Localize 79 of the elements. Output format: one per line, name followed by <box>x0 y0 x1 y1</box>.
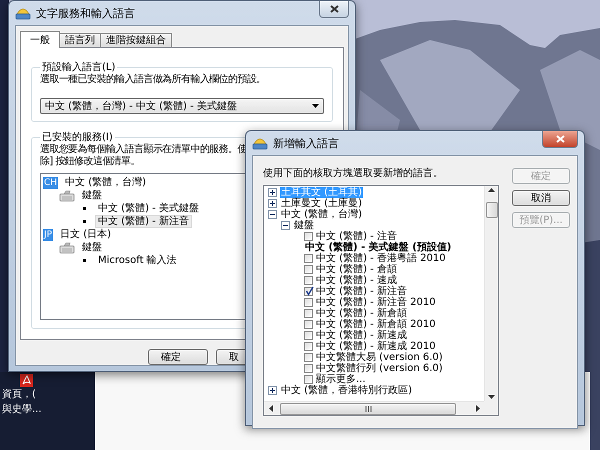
checkbox[interactable] <box>304 276 313 285</box>
tree-item[interactable]: Microsoft 輸入法 <box>95 254 180 267</box>
checkbox[interactable] <box>304 320 313 329</box>
language-badge: CH <box>43 176 58 188</box>
scroll-left-icon[interactable] <box>268 405 274 412</box>
checkbox[interactable] <box>304 331 313 340</box>
window-title: 文字服務和輸入語言 <box>36 6 135 20</box>
tree-item[interactable]: 中文 (繁體) - 新速成 2010 <box>315 341 437 352</box>
tree-item[interactable]: 中文 (繁體) - 香港粵語 2010 <box>315 253 447 264</box>
dialog-button[interactable]: 確定 <box>148 349 208 365</box>
scrollbar-thumb[interactable] <box>280 402 456 414</box>
checkbox[interactable] <box>304 254 313 263</box>
language-dropdown[interactable]: 中文 (繁體，台灣) - 中文 (繁體) - 美式鍵盤 <box>40 98 324 114</box>
tree-item[interactable]: 中文 (繁體) - 速成 <box>315 275 398 286</box>
tree-item[interactable]: 鍵盤 <box>79 241 105 254</box>
collapse-icon[interactable] <box>268 210 277 219</box>
tree-item[interactable]: 中文 (繁體) - 新注音 <box>315 286 408 297</box>
tab[interactable]: 一般 <box>20 31 60 48</box>
group-title: 預設輸入語言(L) <box>41 60 116 74</box>
bullet-icon <box>83 207 86 210</box>
collapse-icon[interactable] <box>281 221 290 230</box>
checkbox[interactable] <box>304 364 313 373</box>
expand-icon[interactable] <box>268 199 277 208</box>
tree-item[interactable]: 中文繁體行列 (version 6.0) <box>315 363 444 374</box>
tree-item[interactable]: 中文 (繁體) - 美式鍵盤 <box>95 202 202 215</box>
close-icon <box>330 5 338 13</box>
tree-item[interactable]: 中文 (繁體) - 注音 <box>315 231 398 242</box>
tree-item[interactable]: 中文 (繁體，香港特別行政區) <box>280 385 413 396</box>
tree-item[interactable]: 中文 (繁體，台灣) <box>62 176 150 189</box>
tab[interactable]: 語言列 <box>59 33 101 47</box>
window-title: 新增輸入語言 <box>273 136 339 150</box>
checkbox[interactable] <box>304 298 313 307</box>
instruction-text: 使用下面的核取方塊選取要新增的語言。 <box>263 168 444 180</box>
checkbox[interactable] <box>304 232 313 241</box>
grip-icon <box>364 406 372 412</box>
tree-item[interactable]: 中文 (繁體) - 新倉頡 2010 <box>315 319 437 330</box>
close-icon <box>556 135 564 143</box>
tree-item[interactable]: 中文 (繁體) - 美式鍵盤 (預設值) <box>304 242 452 253</box>
checkbox[interactable] <box>304 342 313 351</box>
tree-item[interactable]: 中文 (繁體) - 新注音 <box>95 215 192 228</box>
scroll-down-icon[interactable] <box>488 393 495 401</box>
tree-item[interactable]: 顯示更多... <box>315 374 367 385</box>
bullet-icon <box>83 259 86 262</box>
bullet-icon <box>83 220 86 223</box>
horizontal-scrollbar[interactable] <box>264 401 484 415</box>
scroll-up-icon[interactable] <box>488 186 495 194</box>
thumbnail-caption: 與史學... <box>1 402 42 417</box>
checkbox[interactable] <box>304 309 313 318</box>
thumbnail-caption: 資頁，( <box>1 388 36 402</box>
checkbox[interactable] <box>304 353 313 362</box>
tree-item[interactable]: 鍵盤 <box>79 189 105 202</box>
tree-item[interactable]: 中文繁體大易 (version 6.0) <box>315 352 444 363</box>
scrollbar-thumb[interactable] <box>486 202 498 218</box>
page-thumbnail[interactable]: 資頁，( 與史學... <box>0 372 95 450</box>
description-text: 除] 按鈕修改這個清單。 <box>40 156 141 168</box>
expand-icon[interactable] <box>268 188 277 197</box>
description-text: 選取一種已安裝的輸入語言做為所有輸入欄位的預設。 <box>40 74 267 86</box>
expand-icon[interactable] <box>268 386 277 395</box>
checkbox[interactable] <box>304 265 313 274</box>
tree-item[interactable]: 中文 (繁體，台灣) <box>280 209 363 220</box>
tab[interactable]: 進階按鍵組合 <box>100 33 172 47</box>
tree-item[interactable]: 日文 (日本) <box>57 228 114 241</box>
tree-item[interactable]: 中文 (繁體) - 新速成 <box>315 330 408 341</box>
language-badge: JP <box>43 228 54 240</box>
tree-item[interactable]: 中文 (繁體) - 新注音 2010 <box>315 297 437 308</box>
tree-item[interactable]: 中文 (繁體) - 倉頡 <box>315 264 398 275</box>
group-title: 已安裝的服務(I) <box>41 130 114 144</box>
file-icon <box>20 374 33 387</box>
checkbox[interactable] <box>304 375 313 384</box>
tree-item[interactable]: 鍵盤 <box>293 220 315 231</box>
vertical-scrollbar[interactable] <box>484 186 498 401</box>
tree-item[interactable]: 中文 (繁體) - 新倉頡 <box>315 308 408 319</box>
close-button[interactable] <box>542 131 578 148</box>
scroll-right-icon[interactable] <box>475 405 481 412</box>
dialog-button[interactable]: 取消 <box>512 190 570 206</box>
dropdown-arrow-icon <box>312 104 319 108</box>
close-button[interactable] <box>319 1 349 18</box>
checkbox[interactable] <box>304 287 313 296</box>
tree-item[interactable]: 土庫曼文 (土庫曼) <box>280 198 363 209</box>
